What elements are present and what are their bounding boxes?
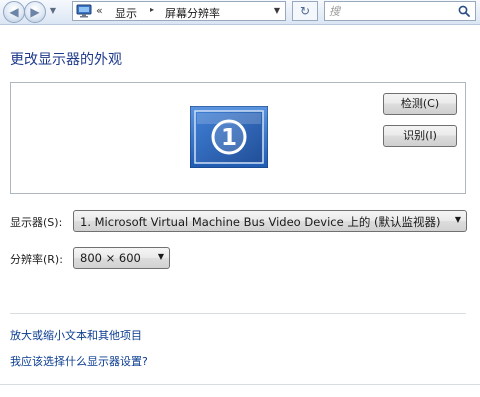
address-dropdown[interactable]: ▼ — [271, 4, 283, 18]
refresh-icon: ↻ — [299, 4, 311, 18]
recent-pages-dropdown[interactable]: ▼ — [47, 3, 59, 19]
navigation-bar: ◀ ▶ ▼ « 显示 ▸ 屏幕分辨率 ▼ ↻ — [0, 0, 480, 25]
display-preview-area: 1 检测(C) 识别(I) — [10, 82, 466, 194]
address-overflow-chevron[interactable]: « — [96, 4, 103, 17]
display-select-value: 1. Microsoft Virtual Machine Bus Video D… — [80, 215, 441, 229]
search-input[interactable] — [329, 3, 449, 19]
control-panel-monitor-icon — [76, 4, 92, 18]
chevron-down-icon: ▼ — [273, 6, 281, 15]
address-bar[interactable]: « 显示 ▸ 屏幕分辨率 ▼ — [72, 1, 286, 21]
breadcrumb-separator-icon[interactable]: ▸ — [150, 5, 154, 14]
page-title: 更改显示器的外观 — [10, 52, 122, 68]
breadcrumb-screen-resolution[interactable]: 屏幕分辨率 — [165, 5, 220, 21]
search-icon[interactable] — [458, 5, 470, 17]
resolution-select-value: 800 × 600 — [80, 251, 141, 265]
text-size-link[interactable]: 放大或缩小文本和其他项目 — [10, 327, 142, 343]
display-settings-help-link[interactable]: 我应该选择什么显示器设置? — [10, 353, 148, 369]
chevron-down-icon: ▼ — [49, 6, 57, 15]
breadcrumb-display[interactable]: 显示 — [115, 5, 137, 21]
identify-button[interactable]: 识别(I) — [383, 125, 457, 147]
search-box[interactable] — [324, 1, 476, 21]
display-label: 显示器(S): — [10, 216, 63, 229]
detect-button[interactable]: 检测(C) — [383, 93, 457, 115]
chevron-down-icon: ▼ — [454, 215, 461, 224]
display-select[interactable]: 1. Microsoft Virtual Machine Bus Video D… — [73, 210, 467, 232]
forward-button[interactable]: ▶ — [24, 1, 46, 23]
divider — [10, 313, 466, 314]
bottom-divider — [0, 384, 480, 385]
resolution-label: 分辨率(R): — [10, 253, 63, 266]
resolution-select[interactable]: 800 × 600 ▼ — [73, 247, 170, 269]
monitor-number-label: 1 — [221, 125, 237, 151]
back-button[interactable]: ◀ — [3, 1, 25, 23]
refresh-button[interactable]: ↻ — [292, 1, 318, 21]
back-arrow-icon: ◀ — [9, 5, 19, 19]
chevron-down-icon: ▼ — [157, 252, 164, 261]
forward-arrow-icon: ▶ — [30, 5, 40, 19]
monitor-1-icon[interactable]: 1 — [190, 106, 268, 168]
